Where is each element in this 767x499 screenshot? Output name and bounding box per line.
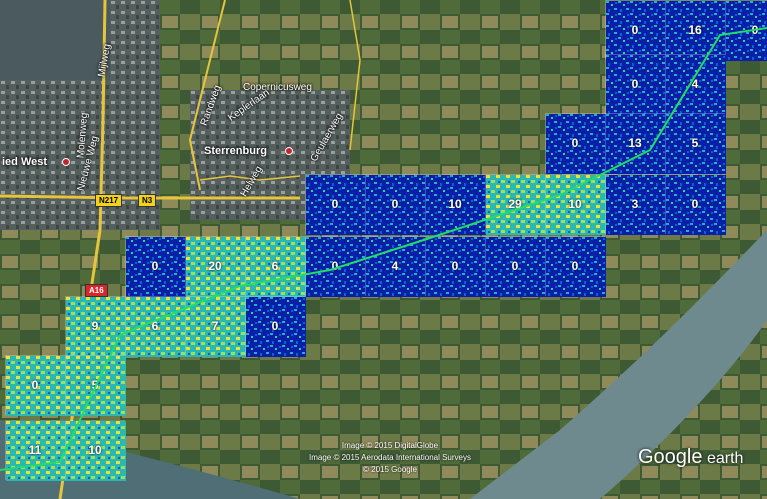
place-marker-west bbox=[62, 158, 70, 166]
credit-line-3: © 2015 Google bbox=[363, 465, 417, 474]
heatmap-tile: 0 bbox=[605, 54, 666, 115]
earth-wordmark: earth bbox=[706, 450, 744, 467]
tile-count-label: 0 bbox=[331, 197, 339, 211]
tile-count-label: 10 bbox=[88, 443, 102, 457]
tile-count-label: 0 bbox=[451, 259, 459, 273]
tile-count-label: 0 bbox=[151, 259, 159, 273]
heatmap-tile: 0 bbox=[305, 174, 366, 235]
tile-count-label: 29 bbox=[508, 197, 522, 211]
tile-count-label: 0 bbox=[271, 319, 279, 333]
heatmap-tile: 9 bbox=[65, 296, 126, 357]
heatmap-tile: 7 bbox=[185, 296, 246, 357]
tile-count-label: 4 bbox=[391, 259, 399, 273]
tile-count-label: 0 bbox=[631, 23, 639, 37]
tile-count-label: 0 bbox=[691, 197, 699, 211]
heatmap-tile: 0 bbox=[545, 113, 606, 174]
heatmap-tile: 0 bbox=[125, 236, 186, 297]
tile-count-label: 6 bbox=[271, 259, 279, 273]
street-label-copernicusweg: Copernicusweg bbox=[243, 82, 312, 93]
heatmap-tile: 10 bbox=[545, 174, 606, 235]
tile-count-label: 11 bbox=[28, 443, 42, 457]
heatmap-tile: 4 bbox=[665, 54, 726, 115]
heatmap-tile: 6 bbox=[245, 236, 306, 297]
heatmap-tile: 13 bbox=[605, 113, 666, 174]
tile-count-label: 3 bbox=[631, 197, 639, 211]
heatmap-tile: 5 bbox=[665, 113, 726, 174]
satellite-map[interactable]: 0 16 0 0 4 0 13 5 0 0 10 29 10 3 0 0 20 6 0 4 0 0 0 9 6 7 0 0 5 11 10 … bbox=[0, 0, 767, 499]
tile-count-label: 9 bbox=[91, 319, 99, 333]
heatmap-tile: 0 bbox=[365, 174, 426, 235]
google-earth-logo: Google earth bbox=[638, 446, 743, 469]
tile-count-label: 7 bbox=[211, 319, 219, 333]
tile-count-label: 0 bbox=[391, 197, 399, 211]
heatmap-tile: 0 bbox=[245, 296, 306, 357]
tile-count-label: 0 bbox=[571, 136, 579, 150]
tile-count-label: 20 bbox=[208, 259, 222, 273]
heatmap-tile: 10 bbox=[425, 174, 486, 235]
tile-count-label: 0 bbox=[31, 378, 39, 392]
tile-count-label: 0 bbox=[751, 23, 759, 37]
place-label-center: Sterrenburg bbox=[204, 145, 267, 157]
heatmap-tile: 0 bbox=[5, 355, 66, 416]
tile-count-label: 10 bbox=[568, 197, 582, 211]
road-shield-a16: A16 bbox=[85, 284, 108, 297]
heatmap-tile: 29 bbox=[485, 174, 546, 235]
tile-count-label: 5 bbox=[691, 136, 699, 150]
tile-count-label: 13 bbox=[628, 136, 642, 150]
heatmap-tile: 0 bbox=[725, 0, 767, 61]
heatmap-tile: 0 bbox=[665, 174, 726, 235]
heatmap-tile: 0 bbox=[545, 236, 606, 297]
heatmap-tile: 0 bbox=[425, 236, 486, 297]
heatmap-tile: 6 bbox=[125, 296, 186, 357]
tile-count-label: 0 bbox=[631, 77, 639, 91]
credit-line-1: Image © 2015 DigitalGlobe bbox=[341, 441, 439, 450]
heatmap-tile: 11 bbox=[5, 420, 66, 481]
heatmap-tile: 0 bbox=[605, 0, 666, 61]
place-label-west: ied West bbox=[2, 156, 48, 168]
place-marker-center bbox=[285, 147, 293, 155]
heatmap-tile: 10 bbox=[65, 420, 126, 481]
tile-count-label: 0 bbox=[331, 259, 339, 273]
heatmap-tile: 20 bbox=[185, 236, 246, 297]
road-shield-n3: N3 bbox=[138, 194, 157, 207]
credit-line-2: Image © 2015 Aerodata International Surv… bbox=[309, 453, 471, 462]
heatmap-tile: 4 bbox=[365, 236, 426, 297]
heatmap-tile: 0 bbox=[305, 236, 366, 297]
tile-count-label: 0 bbox=[571, 259, 579, 273]
heatmap-tile: 3 bbox=[605, 174, 666, 235]
heatmap-tile: 16 bbox=[665, 0, 726, 61]
road-shield-n217: N217 bbox=[95, 194, 123, 207]
tile-count-label: 4 bbox=[691, 77, 699, 91]
tile-count-label: 10 bbox=[448, 197, 462, 211]
tile-count-label: 6 bbox=[151, 319, 159, 333]
imagery-credits: Image © 2015 DigitalGlobe Image © 2015 A… bbox=[290, 440, 490, 476]
tile-count-label: 16 bbox=[688, 23, 702, 37]
heatmap-tile: 5 bbox=[65, 355, 126, 416]
tile-count-label: 5 bbox=[91, 378, 99, 392]
google-wordmark: Google bbox=[638, 446, 703, 468]
heatmap-tile: 0 bbox=[485, 236, 546, 297]
tile-count-label: 0 bbox=[511, 259, 519, 273]
